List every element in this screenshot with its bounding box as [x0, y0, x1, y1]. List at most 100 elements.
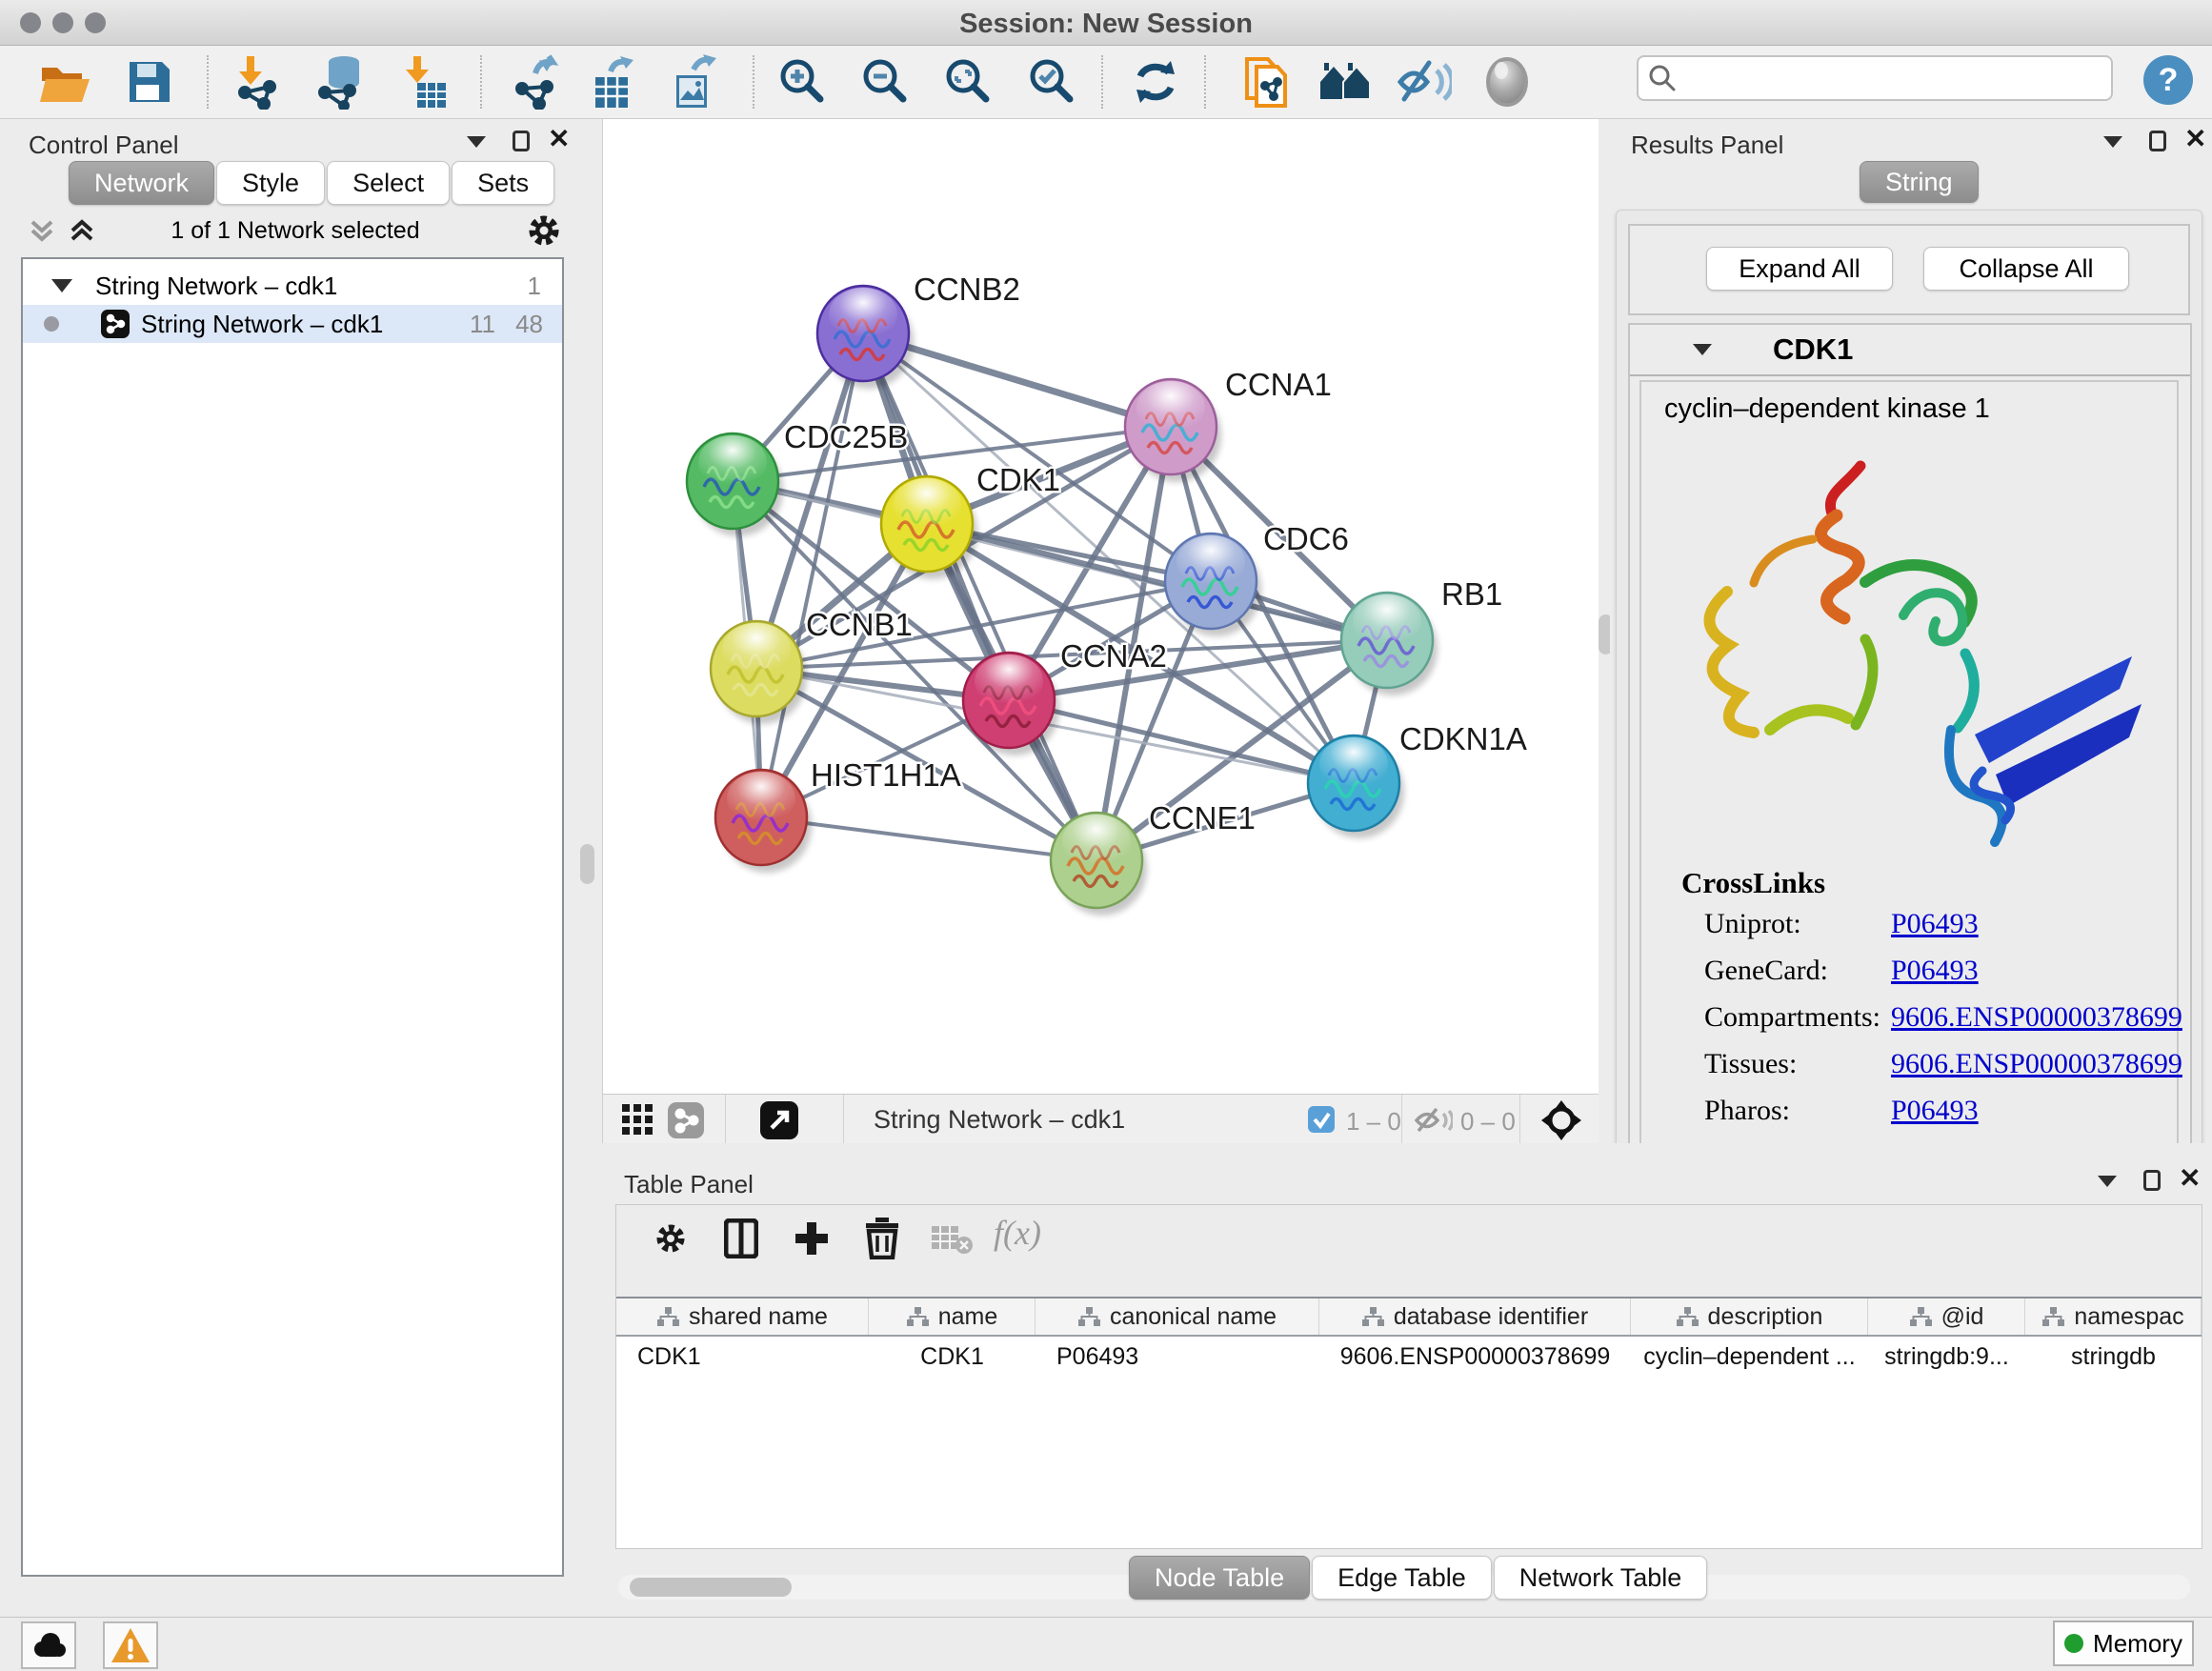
search-input[interactable] [1677, 64, 2086, 92]
tab-node-table[interactable]: Node Table [1129, 1556, 1310, 1600]
table-panel-close-icon[interactable]: ✕ [2179, 1168, 2201, 1189]
scrollbar-thumb[interactable] [630, 1578, 792, 1597]
crosslink-row: Pharos:P06493 [1704, 1095, 2152, 1141]
network-node-CCNA2[interactable]: CCNA2 [963, 638, 1167, 755]
network-options-gear-icon[interactable] [524, 211, 564, 251]
expand-all-icon[interactable] [69, 216, 97, 245]
node-label: CDKN1A [1399, 721, 1527, 756]
network-node-HIST1H1A[interactable]: HIST1H1A [715, 757, 961, 873]
delete-table-icon[interactable] [925, 1211, 980, 1266]
toolbar-separator [1204, 55, 1206, 109]
crosslink-value[interactable]: P06493 [1891, 908, 1979, 940]
column-header-canonical-name[interactable]: canonical name [1036, 1299, 1319, 1335]
network-row-selected[interactable]: String Network – cdk1 11 48 [23, 305, 562, 343]
control-panel-tabs: NetworkStyleSelectSets [69, 161, 554, 205]
results-panel-close-icon[interactable]: ✕ [2184, 129, 2206, 150]
column-header-shared-name[interactable]: shared name [616, 1299, 869, 1335]
crosslinks-title: CrossLinks [1681, 866, 1825, 900]
grid-view-icon[interactable] [622, 1104, 654, 1137]
string-network-icon [101, 310, 130, 338]
network-graph[interactable]: CCNB2CCNA1CDC25BCDK1CDC6RB1CCNB1CCNA2CDK… [603, 119, 1599, 1094]
zoom-selected-icon[interactable] [1024, 53, 1081, 111]
column-header-description[interactable]: description [1631, 1299, 1868, 1335]
function-builder-icon[interactable]: f(x) [994, 1213, 1041, 1253]
delete-column-icon[interactable] [855, 1211, 910, 1266]
gene-section-header[interactable]: CDK1 [1630, 325, 2190, 376]
export-image-icon[interactable] [664, 53, 721, 111]
column-header-namespac[interactable]: namespac [2025, 1299, 2202, 1335]
warnings-button[interactable] [103, 1621, 158, 1669]
control-panel-title: Control Panel [29, 131, 179, 160]
gene-collapse-icon[interactable] [1693, 344, 1712, 355]
table-row[interactable]: CDK1CDK1P064939606.ENSP00000378699cyclin… [616, 1337, 2202, 1377]
open-in-window-icon[interactable] [760, 1101, 798, 1139]
string-document-icon[interactable] [1238, 53, 1296, 111]
table-panel-menu-icon[interactable] [2098, 1176, 2117, 1187]
network-node-CCNE1[interactable]: CCNE1 [1051, 800, 1256, 916]
network-home-icon[interactable] [1317, 53, 1375, 111]
table-options-gear-icon[interactable] [643, 1211, 698, 1266]
network-node-CCNA1[interactable]: CCNA1 [1125, 367, 1332, 482]
expand-all-button[interactable]: Expand All [1706, 247, 1893, 291]
memory-status-dot [2064, 1634, 2083, 1653]
import-network-file-icon[interactable] [229, 53, 286, 111]
zoom-out-icon[interactable] [857, 53, 915, 111]
table-panel-float-icon[interactable] [2143, 1170, 2161, 1191]
hidden-eye-icon [1415, 1106, 1453, 1135]
help-button[interactable]: ? [2143, 55, 2193, 105]
export-network-icon[interactable] [508, 53, 565, 111]
import-network-database-icon[interactable] [312, 53, 370, 111]
crosslink-value[interactable]: P06493 [1891, 955, 1979, 987]
add-column-icon[interactable] [784, 1211, 839, 1266]
selected-checkbox-icon[interactable] [1308, 1106, 1335, 1133]
zoom-in-icon[interactable] [774, 53, 832, 111]
show-columns-icon[interactable] [714, 1211, 769, 1266]
network-node-CDK1[interactable]: CDK1 [881, 462, 1060, 579]
control-panel-float-icon[interactable] [513, 131, 530, 151]
column-header-@id[interactable]: @id [1868, 1299, 2025, 1335]
control-panel-close-icon[interactable]: ✕ [548, 129, 570, 150]
warning-icon [110, 1626, 151, 1664]
control-panel-menu-icon[interactable] [467, 136, 486, 148]
network-node-CDC25B[interactable]: CDC25B [687, 419, 908, 536]
results-panel: Results Panel ✕ String Expand All Collap… [1610, 119, 2212, 1143]
crosslink-value[interactable]: 9606.ENSP00000378699 [1891, 1048, 2182, 1080]
results-panel-float-icon[interactable] [2149, 131, 2166, 151]
tab-edge-table[interactable]: Edge Table [1312, 1556, 1492, 1600]
zoom-fit-icon[interactable] [940, 53, 997, 111]
network-node-RB1[interactable]: RB1 [1341, 576, 1502, 695]
crosslink-value[interactable]: P06493 [1891, 1095, 1979, 1127]
table-cell: P06493 [1036, 1337, 1319, 1377]
collection-expand-icon[interactable] [51, 279, 72, 292]
column-label: namespac [2074, 1303, 2183, 1331]
column-header-name[interactable]: name [869, 1299, 1036, 1335]
birdseye-crosshair-icon[interactable] [1540, 1099, 1582, 1141]
refresh-layout-icon[interactable] [1127, 53, 1184, 111]
network-node-CDKN1A[interactable]: CDKN1A [1308, 721, 1527, 838]
birdseye-toggle-icon[interactable] [1478, 53, 1536, 111]
memory-button[interactable]: Memory [2053, 1621, 2194, 1666]
column-header-database-identifier[interactable]: database identifier [1319, 1299, 1631, 1335]
save-session-icon[interactable] [121, 53, 178, 111]
collapse-all-icon[interactable] [29, 216, 57, 245]
export-table-icon[interactable] [583, 53, 640, 111]
left-splitter-handle[interactable] [580, 844, 594, 884]
import-table-file-icon[interactable] [397, 53, 454, 111]
tab-sets[interactable]: Sets [452, 161, 554, 205]
results-tab-string[interactable]: String [1860, 161, 1979, 203]
title-bar: Session: New Session [0, 0, 2212, 46]
network-canvas[interactable]: CCNB2CCNA1CDC25BCDK1CDC6RB1CCNB1CCNA2CDK… [602, 119, 1599, 1094]
network-collection-row[interactable]: String Network – cdk1 1 [23, 267, 562, 305]
hide-graphics-details-icon[interactable] [1396, 53, 1453, 111]
tab-style[interactable]: Style [216, 161, 325, 205]
results-panel-menu-icon[interactable] [2103, 136, 2122, 148]
network-thumbnail-icon[interactable] [668, 1102, 704, 1138]
open-file-icon[interactable] [35, 53, 92, 111]
tab-network-table[interactable]: Network Table [1494, 1556, 1708, 1600]
cloud-status-button[interactable] [21, 1621, 76, 1669]
tab-select[interactable]: Select [327, 161, 450, 205]
crosslink-value[interactable]: 9606.ENSP00000378699 [1891, 1001, 2182, 1034]
collapse-all-button[interactable]: Collapse All [1923, 247, 2129, 291]
search-field[interactable] [1637, 55, 2113, 101]
tab-network[interactable]: Network [69, 161, 214, 205]
